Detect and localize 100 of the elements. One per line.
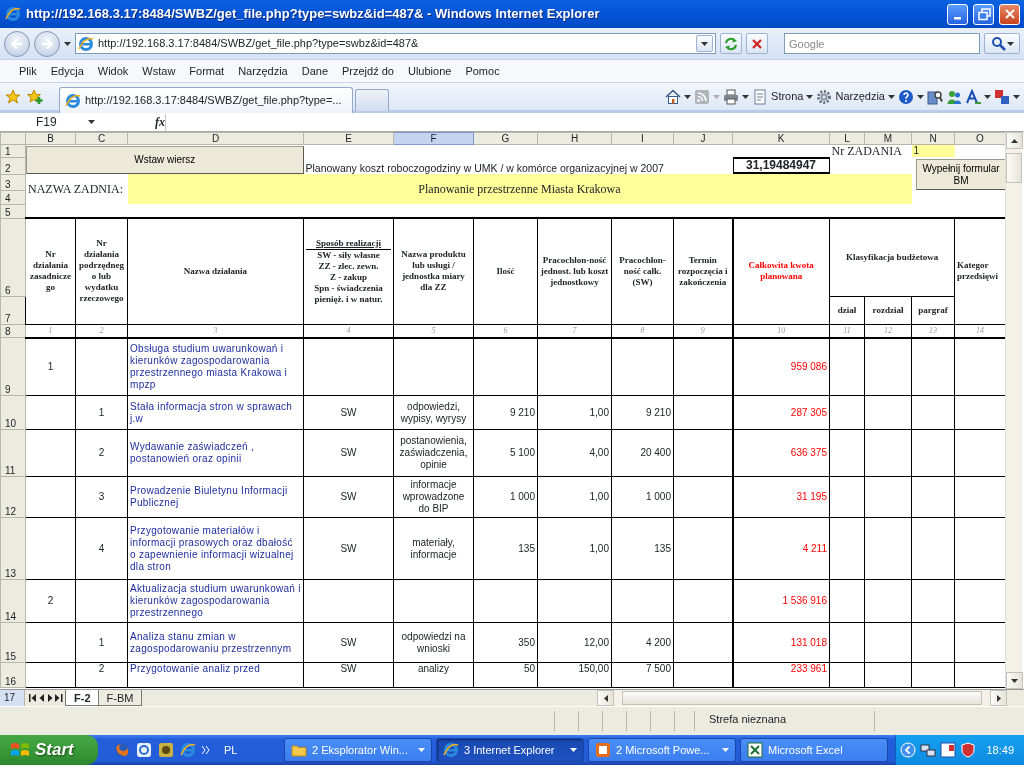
sheet-tab[interactable]: F-2 — [65, 690, 100, 706]
back-button[interactable] — [4, 30, 30, 57]
menu-item[interactable]: Edycja — [43, 62, 91, 80]
next-sheet-icon[interactable] — [47, 694, 53, 702]
caret-icon[interactable] — [806, 94, 814, 99]
caret-icon[interactable] — [684, 94, 692, 99]
taskbar-button[interactable]: 2 Eksplorator Win... — [284, 738, 432, 762]
table-cell: SW — [303, 517, 394, 580]
taskbar-button[interactable]: 3 Internet Explorer — [436, 738, 584, 762]
close-button[interactable] — [999, 3, 1020, 25]
start-button[interactable]: Start — [0, 735, 98, 765]
column-header[interactable]: C — [75, 132, 128, 145]
scroll-thumb[interactable] — [1006, 153, 1022, 183]
column-header[interactable]: E — [303, 132, 394, 145]
first-sheet-icon[interactable] — [29, 694, 37, 702]
scroll-thumb[interactable] — [622, 691, 982, 705]
column-header[interactable]: I — [611, 132, 674, 145]
column-header[interactable]: J — [673, 132, 733, 145]
refresh-button[interactable] — [720, 33, 742, 54]
menu-item[interactable]: Przejdź do — [335, 62, 401, 80]
column-header[interactable]: D — [127, 132, 304, 145]
column-header[interactable]: M — [864, 132, 912, 145]
tools-menu[interactable]: Narzędzia — [835, 88, 885, 105]
row-header[interactable]: 10 — [0, 395, 26, 430]
restore-button[interactable] — [973, 3, 994, 25]
column-header[interactable]: H — [537, 132, 612, 145]
menu-item[interactable]: Ulubione — [401, 62, 459, 80]
scroll-up-button[interactable] — [1006, 132, 1023, 149]
more-icon[interactable] — [202, 746, 210, 754]
minimize-button[interactable] — [947, 3, 968, 25]
expand-tray-icon[interactable] — [900, 742, 917, 758]
column-header[interactable]: K — [732, 132, 830, 145]
row-header[interactable]: 16 — [0, 662, 26, 688]
menu-item[interactable]: Wstaw — [135, 62, 183, 80]
previous-sheet-icon[interactable] — [39, 694, 45, 702]
row-header[interactable]: 11 — [0, 429, 26, 477]
menu-item[interactable]: Narzędzia — [231, 62, 295, 80]
name-box[interactable]: F19 — [0, 113, 88, 131]
research-icon[interactable] — [927, 88, 943, 105]
caret-icon[interactable] — [917, 94, 924, 99]
column-header[interactable]: F — [393, 132, 474, 145]
row-header[interactable]: 17 — [0, 690, 25, 706]
caret-icon[interactable] — [984, 94, 991, 99]
browser-logo-icon[interactable] — [180, 742, 196, 758]
menu-item[interactable]: Dane — [294, 62, 335, 80]
scroll-left-button[interactable] — [597, 690, 614, 706]
row-header[interactable]: 6 — [0, 218, 26, 296]
media-icon[interactable] — [158, 742, 174, 758]
column-header[interactable]: B — [25, 132, 76, 145]
menu-item[interactable]: Pomoc — [458, 62, 507, 80]
printer-icon[interactable] — [723, 88, 740, 105]
caret-icon[interactable] — [742, 94, 750, 99]
home-icon[interactable] — [665, 88, 682, 105]
language-indicator[interactable]: PL — [224, 741, 274, 759]
translate-icon[interactable] — [994, 88, 1010, 105]
app-tray-icon[interactable] — [940, 742, 957, 758]
refresh-icon — [723, 35, 739, 52]
fill-form-button[interactable]: Wypełnij formular BM — [915, 159, 1005, 190]
address-field[interactable]: http://192.168.3.17:8484/SWBZ/get_file.php?type=swbz&id=487& — [75, 33, 716, 54]
caret-icon[interactable] — [88, 120, 95, 124]
row-header[interactable]: 7 — [0, 296, 26, 324]
taskbar-button[interactable]: 2 Microsoft Powe... — [588, 738, 736, 762]
column-header[interactable]: G — [473, 132, 538, 145]
menu-item[interactable]: Format — [182, 62, 232, 80]
caret-icon[interactable] — [64, 41, 71, 46]
browser-tab[interactable]: http://192.168.3.17:8484/SWBZ/get_file.php?type=... — [59, 87, 353, 113]
dropdown-button[interactable] — [696, 35, 713, 52]
insert-row-button[interactable]: Wstaw wiersz — [26, 145, 304, 174]
page-menu[interactable]: Strona — [771, 88, 804, 105]
menu-item[interactable]: Plik — [12, 62, 44, 80]
row-header[interactable]: 13 — [0, 517, 26, 580]
function-button[interactable]: fx — [95, 113, 165, 131]
search-field[interactable]: Google — [784, 33, 980, 54]
stop-button[interactable] — [746, 33, 768, 54]
row-header[interactable]: 9 — [0, 337, 26, 396]
network-icon[interactable] — [920, 742, 937, 758]
menu-item[interactable]: Widok — [90, 62, 136, 80]
help-icon[interactable] — [898, 88, 914, 105]
shield-icon[interactable] — [960, 742, 977, 758]
favorites-star-icon[interactable] — [5, 88, 21, 105]
column-header[interactable]: O — [954, 132, 1005, 145]
taskbar-button[interactable]: Microsoft Excel — [740, 738, 888, 762]
sheet-tab[interactable]: F-BM — [97, 690, 143, 706]
row-header[interactable]: 15 — [0, 622, 26, 663]
search-button[interactable] — [984, 33, 1020, 54]
caret-icon[interactable] — [888, 94, 895, 99]
gear-icon[interactable] — [816, 88, 833, 105]
add-favorite-icon[interactable] — [27, 88, 43, 105]
row-header[interactable]: 14 — [0, 579, 26, 623]
font-size-icon[interactable] — [965, 88, 981, 105]
table-cell: 1 000 — [473, 476, 538, 518]
last-sheet-icon[interactable] — [55, 694, 63, 702]
column-header[interactable]: L — [829, 132, 865, 145]
scroll-right-button[interactable] — [990, 690, 1007, 706]
swirl-icon[interactable] — [136, 742, 152, 758]
scroll-down-button[interactable] — [1006, 672, 1023, 689]
people-icon[interactable] — [946, 88, 962, 105]
row-header[interactable]: 12 — [0, 476, 26, 518]
column-header[interactable]: N — [911, 132, 955, 145]
caret-icon[interactable] — [1013, 94, 1020, 99]
